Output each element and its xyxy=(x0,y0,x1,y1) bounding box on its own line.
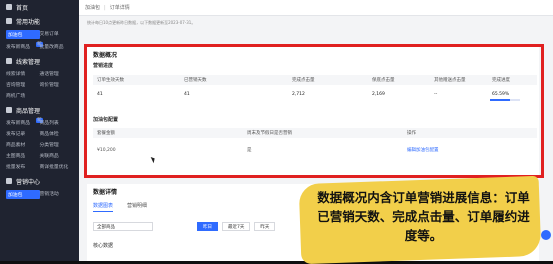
sidebar-grid-marketing: 加油包 营销活动 xyxy=(0,188,79,203)
sidebar-item-publish[interactable]: 发布新商品新 xyxy=(6,118,43,126)
star-icon xyxy=(6,18,12,24)
sidebar-item-batch-optimize[interactable]: 商详批量优化 xyxy=(40,163,74,170)
breadcrumb-root[interactable]: 加油包 xyxy=(85,4,100,11)
sidebar-home[interactable]: 首页 xyxy=(0,0,79,14)
sidebar-item-label: 发布新商品 xyxy=(6,45,30,50)
sidebar-item-batch-publish[interactable]: 批量发布 xyxy=(6,163,40,170)
sidebar-item-categories[interactable]: 分类管理 xyxy=(40,141,74,148)
sidebar-item-calls[interactable]: 通话管理 xyxy=(40,70,74,77)
date-prev-button[interactable]: 昨天 xyxy=(254,222,276,231)
sidebar: 首页 常用功能 加油包 交易订单 发布新商品新 批量改商品 线索管理 线索详情 … xyxy=(0,0,79,261)
sidebar-item-assets[interactable]: 商品素材 xyxy=(6,141,40,148)
sidebar-item-product-list[interactable]: 商品列表 xyxy=(40,119,74,126)
sidebar-section-leads[interactable]: 线索管理 xyxy=(0,54,79,68)
detail-title: 数据详情 xyxy=(93,189,118,196)
home-icon xyxy=(6,4,12,10)
sidebar-section-label: 线索管理 xyxy=(16,58,41,66)
breadcrumb-current: 订单详情 xyxy=(109,5,130,11)
sidebar-grid-common: 加油包 交易订单 发布新商品新 批量改商品 xyxy=(0,28,79,54)
sidebar-item-campaigns[interactable]: 营销活动 xyxy=(40,190,74,199)
sidebar-item-fuel-pack[interactable]: 加油包 xyxy=(6,190,40,199)
sidebar-item-consult[interactable]: 咨询管理 xyxy=(6,81,40,88)
breadcrumb-separator: | xyxy=(104,4,106,11)
sidebar-section-label: 常用功能 xyxy=(16,18,41,26)
sidebar-item-batch-edit[interactable]: 批量改商品 xyxy=(40,43,74,50)
leads-icon xyxy=(6,58,12,64)
assistant-icon[interactable] xyxy=(541,230,551,240)
product-select[interactable]: 全部商品 xyxy=(93,222,153,231)
sidebar-section-products[interactable]: 商品管理 xyxy=(0,103,79,117)
sidebar-item-main-image[interactable]: 主图商品 xyxy=(6,152,40,159)
detail-toolbar: 全部商品 昨日 最近7天 昨天 xyxy=(93,222,276,231)
date-7days-button[interactable]: 最近7天 xyxy=(222,222,251,231)
sidebar-item-label: 发布新商品 xyxy=(6,121,30,126)
detail-tabs: 数据图表 营销明细 xyxy=(93,202,147,212)
tab-marketing-detail[interactable]: 营销明细 xyxy=(127,202,147,212)
sidebar-grid-leads: 线索详情 通话管理 咨询管理 询价管理 商机广场 xyxy=(0,68,79,103)
sidebar-section-marketing[interactable]: 营销中心 xyxy=(0,174,79,188)
sidebar-item-fuel-pack[interactable]: 加油包 xyxy=(6,30,40,39)
sidebar-item-opportunity[interactable]: 商机广场 xyxy=(6,92,40,99)
sidebar-item-product-check[interactable]: 商品体检 xyxy=(40,130,74,137)
sidebar-home-label: 首页 xyxy=(16,4,29,12)
sidebar-section-label: 商品管理 xyxy=(16,107,41,115)
tab-chart[interactable]: 数据图表 xyxy=(93,202,114,212)
sidebar-item-publish[interactable]: 发布新商品新 xyxy=(6,42,43,50)
box-icon xyxy=(6,107,12,113)
sidebar-item-orders[interactable]: 交易订单 xyxy=(40,30,74,39)
app-window: 首页 常用功能 加油包 交易订单 发布新商品新 批量改商品 线索管理 线索详情 … xyxy=(0,0,553,264)
sidebar-item-inquiry[interactable]: 询价管理 xyxy=(40,81,74,88)
megaphone-icon xyxy=(6,178,12,184)
core-data-title: 核心数据 xyxy=(93,243,114,249)
sidebar-grid-products: 发布新商品新 商品列表 发布记录 商品体检 商品素材 分类管理 主图商品 关联商… xyxy=(0,117,79,174)
date-yesterday-button[interactable]: 昨日 xyxy=(197,222,218,231)
sidebar-item-related[interactable]: 关联商品 xyxy=(40,152,74,159)
sidebar-section-common[interactable]: 常用功能 xyxy=(0,14,79,28)
sidebar-item-lead-detail[interactable]: 线索详情 xyxy=(6,70,40,77)
sidebar-section-label: 营销中心 xyxy=(16,178,41,186)
update-notice: 统计每日10点更新昨日数据，以下数据更新至2023-07-31。 xyxy=(87,20,196,25)
breadcrumb: 加油包 | 订单详情 xyxy=(79,0,553,16)
sidebar-item-publish-log[interactable]: 发布记录 xyxy=(6,130,40,137)
caption-text: 数据概况内含订单营销进展信息：订单已营销天数、完成点击量、订单履约进度等。 xyxy=(317,190,530,243)
